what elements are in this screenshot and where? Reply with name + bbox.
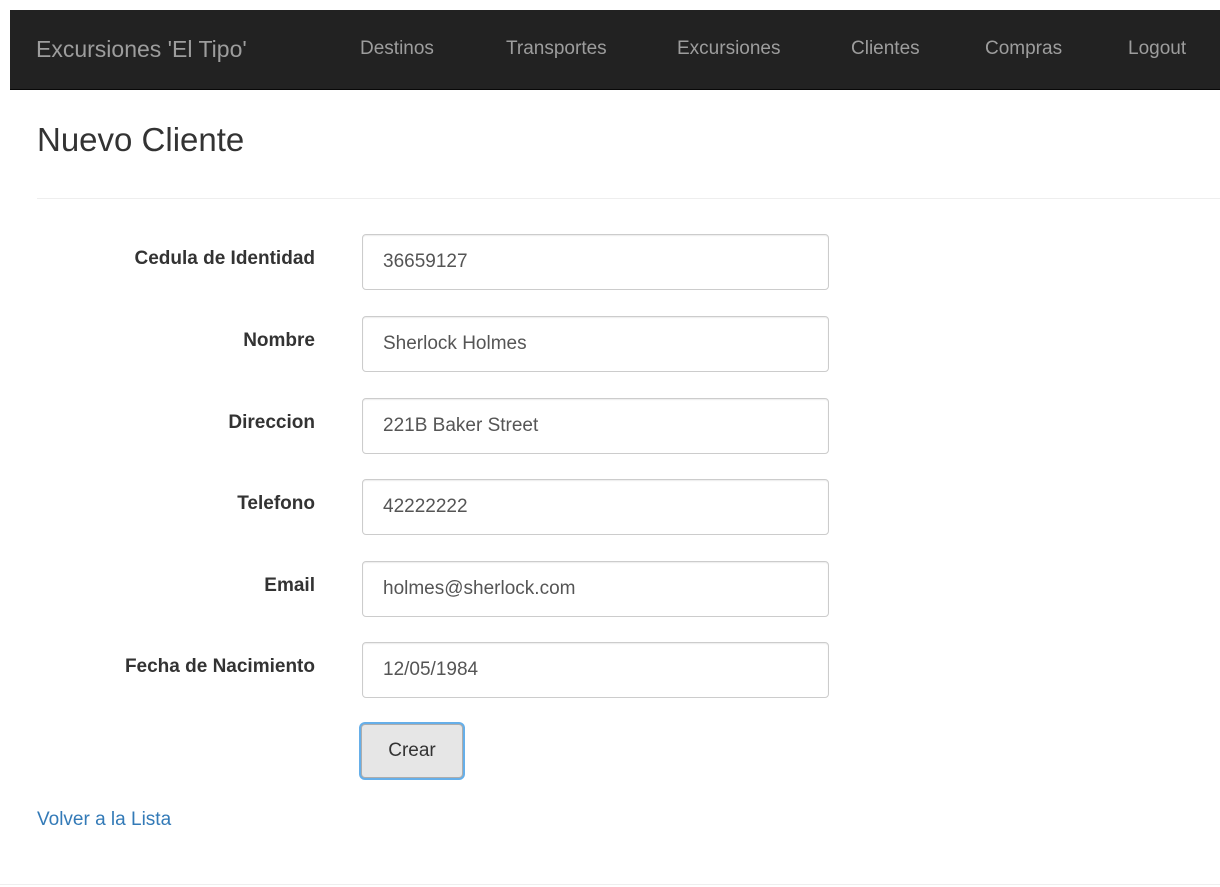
brand-link[interactable]: Excursiones 'El Tipo' <box>36 10 247 90</box>
footer-divider <box>0 884 1220 885</box>
nombre-input[interactable] <box>362 316 829 372</box>
back-to-list-link[interactable]: Volver a la Lista <box>37 808 171 832</box>
nombre-label: Nombre <box>243 330 315 351</box>
fecha-nacimiento-label: Fecha de Nacimiento <box>124 656 315 677</box>
nav-item-logout[interactable]: Logout <box>1128 10 1186 90</box>
top-navbar: Excursiones 'El Tipo' Destinos Transport… <box>10 10 1220 90</box>
direccion-input[interactable] <box>362 398 829 454</box>
telefono-input[interactable] <box>362 479 829 535</box>
header-divider <box>37 198 1220 199</box>
create-button[interactable]: Crear <box>361 724 463 778</box>
nav-item-clientes[interactable]: Clientes <box>851 10 920 90</box>
nav-item-destinos[interactable]: Destinos <box>360 10 434 90</box>
fecha-nacimiento-input[interactable] <box>362 642 829 698</box>
cedula-input[interactable] <box>362 234 829 290</box>
direccion-label: Direccion <box>228 412 315 433</box>
telefono-label: Telefono <box>237 493 315 514</box>
cedula-label: Cedula de Identidad <box>134 248 315 269</box>
page: Excursiones 'El Tipo' Destinos Transport… <box>0 0 1220 887</box>
nav-item-compras[interactable]: Compras <box>985 10 1062 90</box>
nav-item-excursiones[interactable]: Excursiones <box>677 10 781 90</box>
email-label: Email <box>264 575 315 596</box>
nav-item-transportes[interactable]: Transportes <box>506 10 607 90</box>
page-title: Nuevo Cliente <box>37 121 245 158</box>
email-input[interactable] <box>362 561 829 617</box>
